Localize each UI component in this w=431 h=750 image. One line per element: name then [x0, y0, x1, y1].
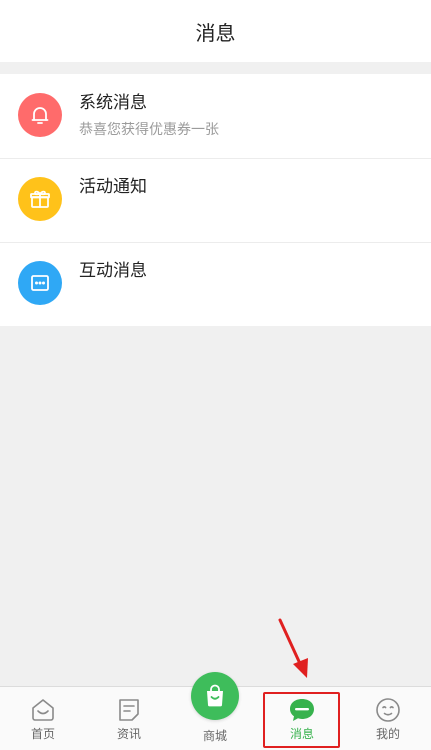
message-item-title: 活动通知: [79, 177, 147, 197]
tab-news[interactable]: 资讯: [86, 687, 172, 750]
message-item-activity[interactable]: 活动通知: [0, 158, 431, 242]
tab-mine[interactable]: 我的: [345, 687, 431, 750]
message-item-subtitle: 恭喜您获得优惠券一张: [79, 122, 219, 138]
tab-shop-button[interactable]: [191, 672, 239, 720]
tab-label: 我的: [375, 727, 400, 741]
message-item-title: 互动消息: [79, 261, 147, 281]
chat-dots-icon: [18, 261, 62, 305]
tab-label: 消息: [289, 727, 314, 741]
message-item-system[interactable]: 系统消息 恭喜您获得优惠券一张: [0, 74, 431, 158]
tab-label: 资讯: [116, 727, 141, 741]
tab-messages[interactable]: 消息: [259, 687, 345, 750]
page-header: 消息: [0, 0, 431, 62]
message-item-title: 系统消息: [79, 93, 147, 113]
gift-icon: [18, 177, 62, 221]
home-icon: [30, 697, 56, 723]
message-bubble-icon: [288, 697, 316, 723]
shopping-bag-icon: [207, 684, 223, 707]
tab-label: 首页: [30, 727, 55, 741]
message-list: 系统消息 恭喜您获得优惠券一张 活动通知 互动消息: [0, 74, 431, 326]
tab-home[interactable]: 首页: [0, 687, 86, 750]
news-icon: [116, 697, 142, 723]
tab-shop-label: 商城: [202, 729, 227, 743]
page-title: 消息: [195, 20, 236, 45]
message-item-interaction[interactable]: 互动消息: [0, 242, 431, 326]
arrow-annotation-icon: [278, 618, 308, 678]
bell-icon: [18, 93, 62, 137]
profile-face-icon: [375, 697, 401, 723]
